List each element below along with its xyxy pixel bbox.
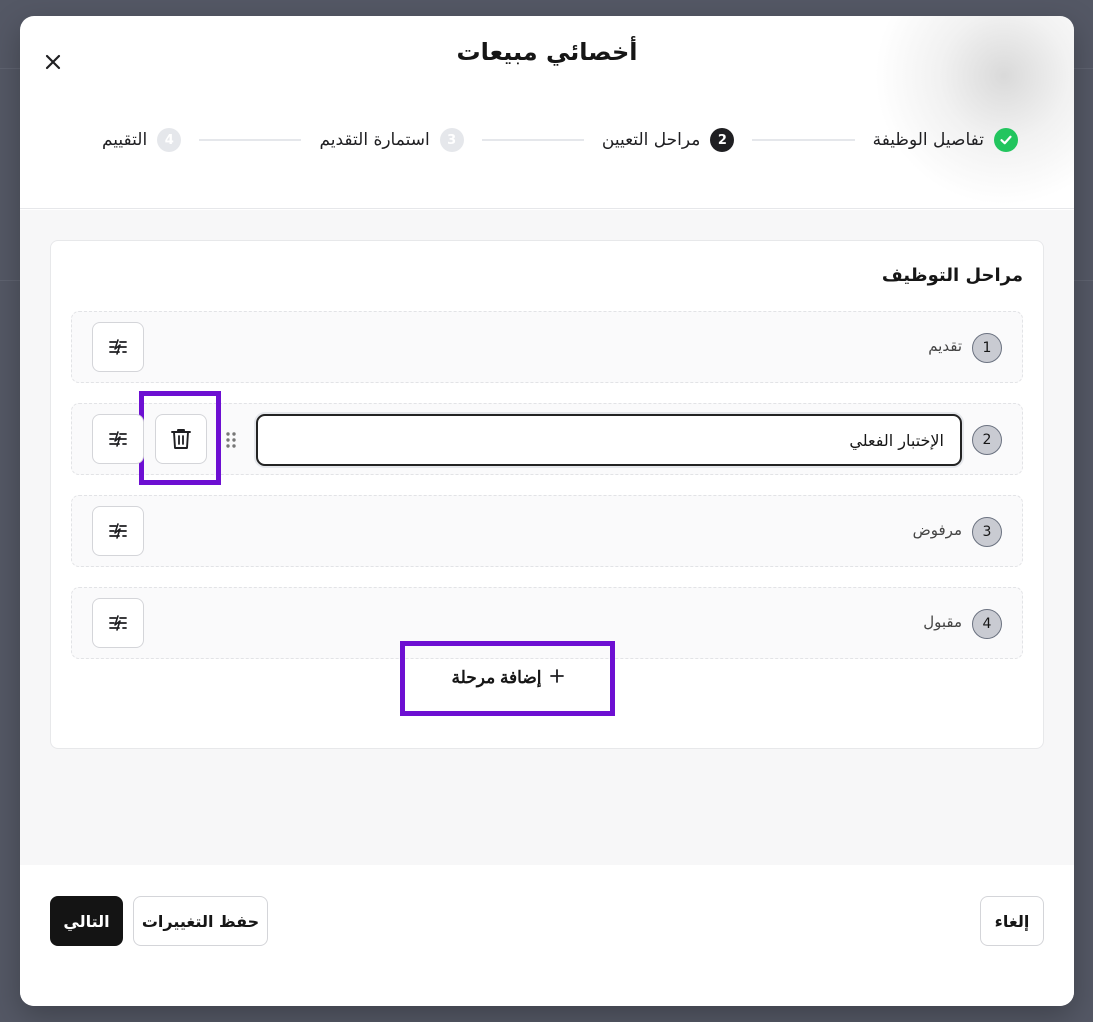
close-icon [45,54,61,70]
stage-label: مقبول [923,613,962,631]
drag-handle-icon[interactable] [225,430,237,450]
step-connector [199,139,302,141]
stage-settings-button[interactable] [92,506,144,556]
stage-number: 3 [972,517,1002,547]
delete-stage-button[interactable] [155,414,207,464]
add-stage-button[interactable]: إضافة مرحلة [410,650,605,706]
add-stage-label: إضافة مرحلة [451,668,542,687]
step-label: استمارة التقديم [319,130,430,150]
step-label: تفاصيل الوظيفة [872,130,984,150]
trash-icon [171,429,191,449]
step-label: مراحل التعيين [601,130,701,150]
save-changes-button[interactable]: حفظ التغييرات [133,896,268,946]
stage-label: مرفوض [912,521,962,539]
check-icon [994,128,1018,152]
stage-settings-button[interactable] [92,414,144,464]
stage-settings-button[interactable] [92,322,144,372]
stage-label: تقديم [928,337,962,355]
step-job-details[interactable]: تفاصيل الوظيفة [873,128,1018,152]
step-evaluation[interactable]: 4 التقييم [101,128,182,152]
stepper: تفاصيل الوظيفة 2 مراحل التعيين 3 استمارة… [102,125,1018,155]
job-modal: أخصائي مبيعات تفاصيل الوظيفة 2 مراحل الت… [20,16,1074,1006]
step-number: 4 [157,128,182,152]
step-label: التقييم [101,130,148,150]
step-number: 2 [710,128,735,152]
stage-number: 2 [972,425,1002,455]
step-connector [481,139,584,141]
modal-footer: إلغاء حفظ التغييرات التالي [20,865,1074,1006]
next-button[interactable]: التالي [50,896,123,946]
stage-number: 1 [972,333,1002,363]
step-connector [752,139,855,141]
step-number: 3 [439,128,464,152]
sliders-icon [109,523,127,539]
step-application-form[interactable]: 3 استمارة التقديم [319,128,464,152]
stage-row: 1 تقديم [71,311,1023,383]
sliders-icon [109,431,127,447]
sliders-icon [109,339,127,355]
modal-header: أخصائي مبيعات تفاصيل الوظيفة 2 مراحل الت… [20,16,1074,209]
modal-body: مراحل التوظيف 1 تقديم 2 الإختبار الفعلي … [20,210,1074,865]
modal-title: أخصائي مبيعات [456,38,638,66]
stage-name-input[interactable] [256,414,962,466]
cancel-button[interactable]: إلغاء [980,896,1044,946]
stage-row-editing: 2 [71,391,1023,485]
stage-row: 3 مرفوض [71,495,1023,567]
card-title: مراحل التوظيف [881,265,1023,286]
sliders-icon [109,615,127,631]
stage-number: 4 [972,609,1002,639]
step-hiring-stages[interactable]: 2 مراحل التعيين [601,128,735,152]
stage-settings-button[interactable] [92,598,144,648]
plus-icon [549,668,564,688]
close-button[interactable] [42,51,64,73]
